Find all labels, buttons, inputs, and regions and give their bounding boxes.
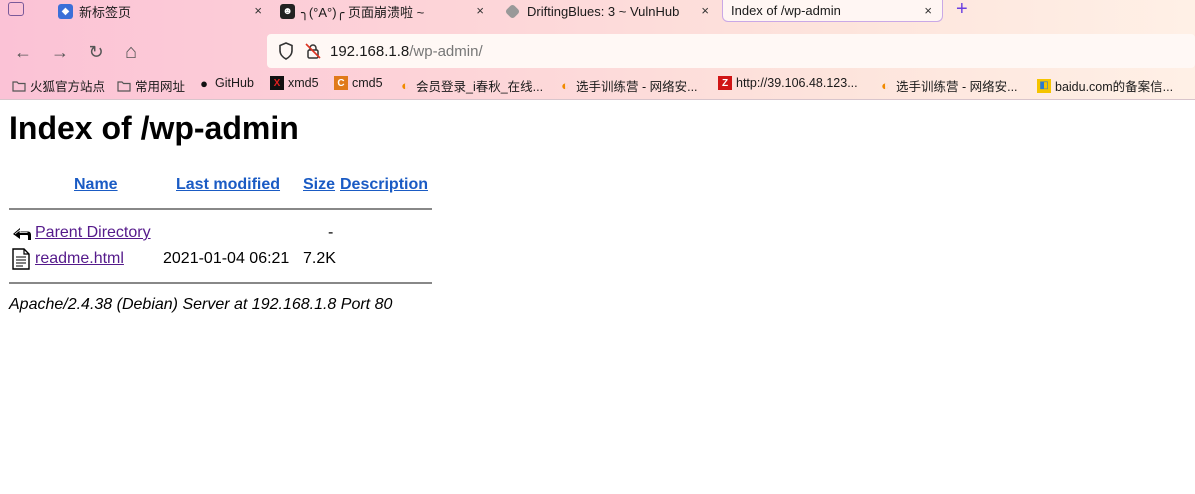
bookmark-xmd5[interactable]: X xmd5 (270, 76, 319, 90)
bookmark-label: xmd5 (288, 76, 319, 90)
sort-by-name-link[interactable]: Name (74, 176, 118, 194)
bookmark-label: http://39.106.48.123... (736, 76, 858, 90)
bookmark-common-folder[interactable]: 常用网址 (117, 76, 185, 95)
bookmark-firefox-folder[interactable]: 火狐官方站点 (12, 76, 105, 95)
bookmark-label: 常用网址 (135, 80, 186, 94)
cmd5-icon: C (334, 76, 348, 90)
home-button[interactable]: ⌂ (119, 40, 143, 64)
bookmark-label: cmd5 (352, 76, 383, 90)
url-text[interactable]: 192.168.1.8/wp-admin/ (330, 43, 483, 60)
tab-label: DriftingBlues: 3 ~ VulnHub (527, 3, 680, 19)
bookmarks-toolbar: 火狐官方站点 常用网址 ● GitHub X xmd5 C cmd5 ◐ 会员登… (0, 73, 1195, 97)
header-divider (9, 208, 432, 210)
tab-label: ╮(°A°)╭ 页面崩溃啦 ~ (301, 4, 425, 20)
bookmark-baidu-beian[interactable]: ◧ baidu.com的备案信... (1037, 76, 1173, 95)
row-modified: 2021-01-04 06:21 (163, 250, 290, 267)
close-tab-icon[interactable]: × (924, 3, 932, 18)
ichunqiu-icon: ◐ (561, 78, 569, 93)
bookmark-label: baidu.com的备案信... (1055, 80, 1174, 94)
new-tab-button[interactable]: + (956, 0, 968, 21)
folder-icon (117, 80, 131, 92)
bookmark-label: 选手训练营 - 网络安... (576, 80, 698, 94)
reload-button[interactable]: ↻ (84, 40, 108, 64)
text-file-icon (12, 248, 30, 270)
xmd5-icon: X (270, 76, 284, 90)
tab-bar: ◆ 新标签页 × ☻ ╮(°A°)╭ 页面崩溃啦 ~ × DriftingBlu… (0, 0, 1195, 24)
bookmark-label: 选手训练营 - 网络安... (896, 80, 1018, 94)
zblog-icon: Z (718, 76, 732, 90)
url-host: 192.168.1.8 (330, 42, 410, 60)
sort-by-modified-link[interactable]: Last modified (176, 176, 280, 194)
insecure-lock-icon[interactable] (304, 42, 322, 60)
server-signature: Apache/2.4.38 (Debian) Server at 192.168… (9, 296, 393, 313)
tab-label: Index of /wp-admin (731, 3, 841, 18)
parent-directory-link[interactable]: Parent Directory (35, 224, 151, 242)
newtab-icon: ◆ (58, 3, 73, 19)
tab-vulnhub[interactable]: DriftingBlues: 3 ~ VulnHub × (497, 0, 719, 22)
avatar-icon: ☻ (280, 3, 295, 19)
github-icon: ● (200, 75, 208, 91)
close-tab-icon[interactable]: × (701, 3, 709, 18)
ichunqiu-icon: ◐ (881, 78, 889, 93)
folder-icon (12, 80, 26, 92)
bookmark-cmd5[interactable]: C cmd5 (334, 76, 383, 90)
bookmark-label: 火狐官方站点 (30, 80, 106, 94)
ichunqiu-icon: ◐ (401, 78, 409, 93)
beian-icon: ◧ (1037, 78, 1051, 93)
forward-button[interactable]: → (48, 40, 72, 64)
tab-new-tab[interactable]: ◆ 新标签页 × (50, 0, 272, 22)
tab-label: 新标签页 (79, 4, 132, 20)
close-tab-icon[interactable]: × (476, 3, 484, 18)
bookmark-training-camp-2[interactable]: ◐ 选手训练营 - 网络安... (878, 76, 1018, 95)
shield-icon[interactable] (276, 41, 296, 61)
tab-crash-page[interactable]: ☻ ╮(°A°)╭ 页面崩溃啦 ~ × (272, 0, 494, 22)
url-path: /wp-admin/ (409, 42, 483, 60)
vulnhub-icon (504, 3, 521, 19)
readme-link[interactable]: readme.html (35, 250, 124, 268)
chrome-divider (0, 99, 1195, 100)
tab-index-wp-admin[interactable]: Index of /wp-admin × (722, 0, 943, 22)
browser-chrome: ◆ 新标签页 × ☻ ╮(°A°)╭ 页面崩溃啦 ~ × DriftingBlu… (0, 0, 1195, 100)
close-tab-icon[interactable]: × (254, 3, 262, 18)
bookmark-training-camp[interactable]: ◐ 选手训练营 - 网络安... (558, 76, 698, 95)
footer-divider (9, 282, 432, 284)
window-menu-icon[interactable] (8, 2, 24, 16)
navigation-bar: ← → ↻ ⌂ 192.168.1.8/wp-admin/ (0, 32, 1195, 70)
sort-by-size-link[interactable]: Size (303, 176, 335, 194)
bookmark-label: 会员登录_i春秋_在线... (416, 80, 544, 94)
back-arrow-icon (13, 228, 31, 240)
bookmark-ip-address[interactable]: Z http://39.106.48.123... (718, 76, 858, 90)
bookmark-label: GitHub (215, 76, 254, 90)
bookmark-github[interactable]: ● GitHub (197, 75, 254, 91)
back-button[interactable]: ← (11, 40, 35, 64)
row-size: - (328, 224, 334, 241)
page-title: Index of /wp-admin (9, 110, 299, 146)
row-size: 7.2K (303, 250, 336, 267)
bookmark-ichunqiu-login[interactable]: ◐ 会员登录_i春秋_在线... (398, 76, 543, 95)
address-bar[interactable]: 192.168.1.8/wp-admin/ (267, 34, 1195, 68)
sort-by-description-link[interactable]: Description (340, 176, 428, 194)
